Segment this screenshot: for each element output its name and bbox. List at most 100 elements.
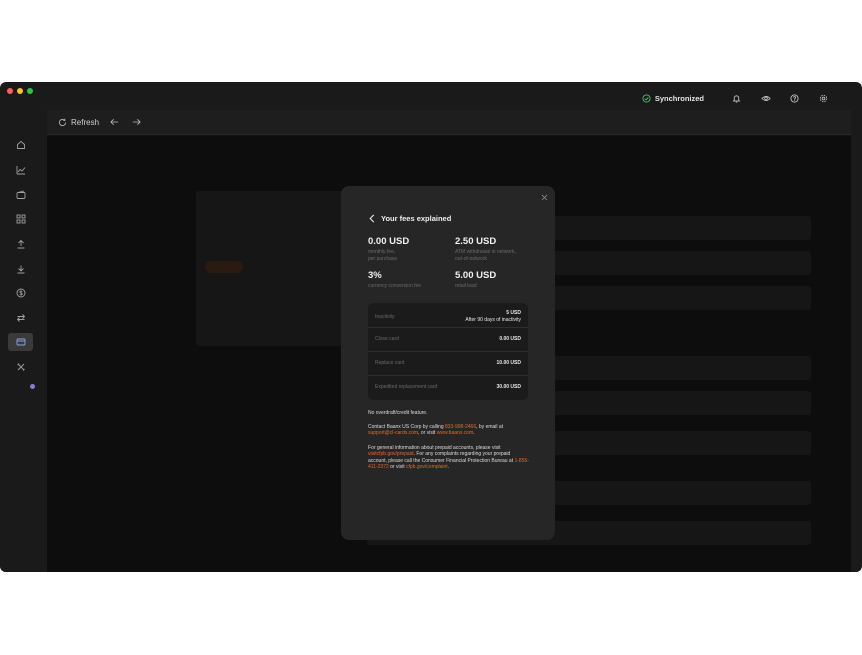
- row-label: Inactivity: [375, 314, 395, 320]
- contact-phone-link[interactable]: 833-998-2466: [445, 424, 476, 430]
- refresh-button[interactable]: Refresh: [58, 118, 99, 127]
- card-icon: [16, 338, 25, 346]
- minimize-window-button[interactable]: [17, 88, 23, 94]
- row-label: Expedited replacement card: [375, 384, 438, 390]
- refresh-icon: [58, 118, 67, 126]
- background-button: [205, 261, 243, 273]
- tools-icon: [16, 363, 25, 371]
- upload-icon: [17, 239, 24, 249]
- help-icon: [790, 93, 799, 103]
- row-value: 0.00 USD: [499, 335, 521, 342]
- contact-suffix: .: [473, 430, 475, 437]
- info-mid2: or visit: [388, 463, 406, 470]
- fee-description: retail load: [455, 283, 477, 289]
- maximize-window-button[interactable]: [27, 88, 33, 94]
- toolbar: Refresh: [47, 110, 851, 135]
- table-row: Expedited replacement card 30.00 USD: [368, 379, 528, 395]
- sidebar-item-card[interactable]: [8, 333, 33, 351]
- divider: [368, 375, 528, 376]
- fee-amount: 0.00 USD: [368, 236, 410, 247]
- contact-email-link[interactable]: support@cl-cards.com: [368, 430, 418, 436]
- modal-title: Your fees explained: [381, 214, 452, 223]
- sidebar-item-upload[interactable]: [8, 235, 33, 253]
- modal-header: Your fees explained: [369, 214, 451, 223]
- close-window-button[interactable]: [7, 88, 13, 94]
- close-icon: [541, 194, 547, 200]
- home-icon: [16, 140, 25, 149]
- chevron-left-icon: [369, 214, 375, 223]
- wallet-icon: [16, 190, 25, 199]
- info-suffix: .: [447, 463, 450, 470]
- check-circle-icon: [642, 93, 651, 103]
- info-complaint-link[interactable]: cfpb.gov/complaint: [406, 464, 448, 470]
- table-row: Close card 0.00 USD: [368, 331, 528, 347]
- sidebar-item-tools[interactable]: [8, 358, 33, 376]
- contact-prefix: Contact Baanx US Corp by calling: [368, 424, 445, 430]
- row-value: 10.00 USD: [496, 359, 521, 366]
- notification-dot: [30, 384, 35, 389]
- contact-note: Contact Baanx US Corp by calling 833-998…: [368, 424, 530, 437]
- sidebar-item-chart[interactable]: [8, 161, 33, 179]
- visibility-button[interactable]: [751, 94, 780, 103]
- notifications-button[interactable]: [722, 94, 751, 103]
- fee-amount: 3%: [368, 270, 382, 281]
- row-label: Replace card: [375, 360, 405, 366]
- close-modal-button[interactable]: [539, 192, 549, 202]
- row-value-sub: After 90 days of inactivity: [465, 317, 521, 323]
- table-row: Replace card 10.00 USD: [368, 355, 528, 371]
- row-label: Close card: [375, 336, 399, 342]
- fee-item: 5.00 USD retail load: [455, 270, 535, 290]
- settings-button[interactable]: [809, 94, 838, 103]
- chart-icon: [16, 166, 25, 175]
- forward-button[interactable]: [129, 118, 143, 126]
- sidebar-item-home[interactable]: [8, 136, 33, 154]
- sidebar-item-dollar[interactable]: [8, 284, 33, 302]
- fee-item: 0.00 USD monthly fee, per purchase: [368, 236, 448, 262]
- dollar-icon: [16, 288, 25, 298]
- help-button[interactable]: [780, 93, 809, 103]
- fees-table: Inactivity 5 USD After 90 days of inacti…: [368, 303, 528, 400]
- fee-item: 3% currency conversion fee: [368, 270, 448, 290]
- sidebar-item-wallet[interactable]: [8, 186, 33, 204]
- fee-description: currency conversion fee: [368, 283, 422, 289]
- divider: [368, 351, 528, 352]
- arrow-left-icon: [109, 119, 118, 125]
- row-value-amount: 5 USD: [506, 310, 521, 316]
- window-controls: [7, 88, 33, 94]
- info-note: For general information about prepaid ac…: [368, 445, 530, 470]
- gear-icon: [819, 94, 828, 102]
- back-button[interactable]: [369, 214, 375, 223]
- refresh-label: Refresh: [71, 117, 100, 127]
- row-value: 30.00 USD: [496, 383, 521, 390]
- contact-mid2: , or visit: [418, 430, 437, 437]
- fee-amount: 5.00 USD: [455, 270, 497, 281]
- back-button[interactable]: [107, 118, 121, 126]
- overdraft-note: No overdraft/credit feature.: [368, 410, 428, 416]
- eye-icon: [760, 95, 771, 101]
- top-bar: Synchronized: [642, 90, 838, 106]
- contact-site-link[interactable]: www.baanx.com: [437, 430, 473, 436]
- row-value: 5 USD After 90 days of inactivity: [465, 310, 521, 324]
- arrow-right-icon: [132, 119, 141, 125]
- sync-label: Synchronized: [654, 93, 704, 103]
- table-row: Inactivity 5 USD After 90 days of inacti…: [368, 307, 528, 327]
- app-window: Synchronized Refresh Your fees explained…: [0, 82, 862, 572]
- grid-icon: [16, 214, 25, 224]
- sidebar-item-download[interactable]: [8, 260, 33, 278]
- bell-icon: [732, 94, 741, 103]
- info-prefix: For general information about prepaid ac…: [368, 445, 501, 451]
- info-link[interactable]: visitcfpb.gov/prepaid: [368, 451, 414, 457]
- transfer-icon: [16, 314, 25, 322]
- fee-description: out-of-network: [455, 255, 487, 262]
- contact-mid: , by email at: [476, 424, 504, 430]
- download-icon: [17, 265, 24, 274]
- fee-item: 2.50 USD ATM withdrawal in network, out-…: [455, 236, 539, 262]
- fee-description: per purchase: [368, 255, 398, 262]
- divider: [368, 327, 528, 328]
- fee-amount: 2.50 USD: [455, 236, 497, 247]
- sidebar-item-grid[interactable]: [8, 210, 33, 228]
- sidebar-item-transfer[interactable]: [8, 309, 33, 327]
- sidebar: [0, 110, 40, 572]
- fees-modal: Your fees explained 0.00 USD monthly fee…: [341, 186, 555, 540]
- sync-status: Synchronized: [642, 94, 704, 103]
